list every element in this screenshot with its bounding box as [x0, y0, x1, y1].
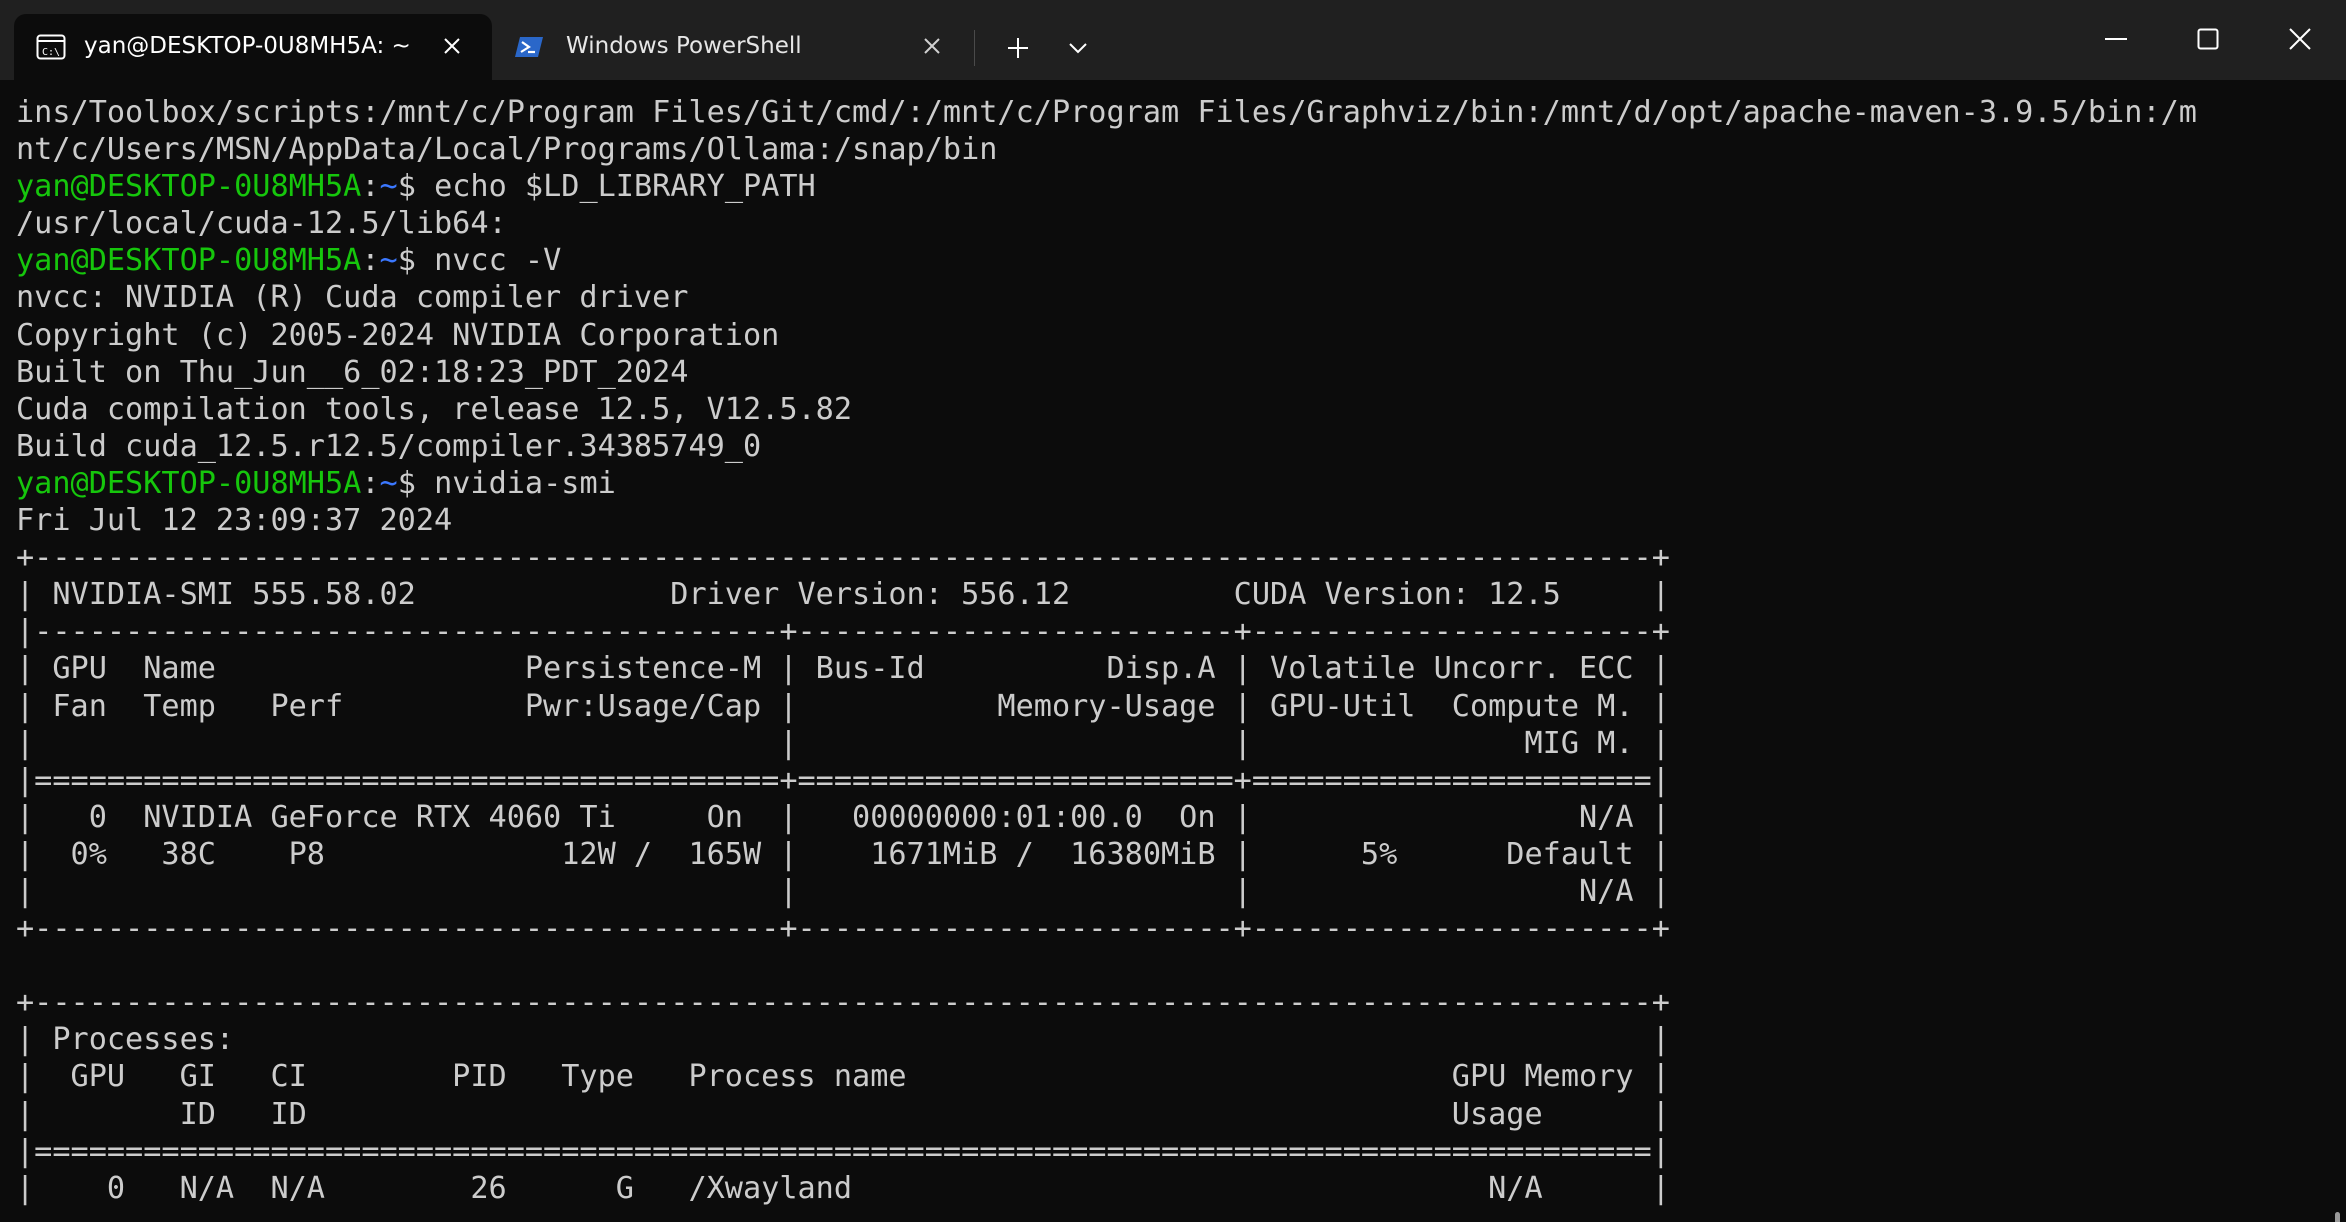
output-line: | GPU GI CI PID Type Process name GPU Me… — [16, 1059, 1670, 1095]
output-line: /usr/local/cuda-12.5/lib64: — [16, 206, 507, 242]
output-line: | | | MIG M. | — [16, 725, 1670, 761]
output-line: Fri Jul 12 23:09:37 2024 — [16, 503, 453, 539]
terminal-icon: C:\ — [36, 34, 66, 60]
output-line: +---------------------------------------… — [16, 985, 1670, 1021]
tab-dropdown-button[interactable] — [1056, 26, 1100, 70]
svg-text:C:\: C:\ — [42, 47, 60, 58]
tab-label: Windows PowerShell — [566, 33, 802, 59]
prompt-separator: : — [361, 169, 380, 205]
maximize-button[interactable] — [2162, 0, 2254, 78]
output-line: +---------------------------------------… — [16, 911, 1670, 947]
chevron-down-icon — [1069, 43, 1087, 54]
output-line: | Fan Temp Perf Pwr:Usage/Cap | Memory-U… — [16, 688, 1670, 724]
close-icon — [924, 38, 940, 54]
prompt-user-host: yan@DESKTOP-0U8MH5A — [16, 465, 362, 501]
output-line: Cuda compilation tools, release 12.5, V1… — [16, 391, 853, 427]
prompt-user-host: yan@DESKTOP-0U8MH5A — [16, 169, 362, 205]
output-line: | ID ID Usage | — [16, 1096, 1670, 1132]
output-line: | Processes: | — [16, 1022, 1670, 1058]
tab-powershell[interactable]: Windows PowerShell — [500, 14, 960, 80]
output-line: Built on Thu_Jun__6_02:18:23_PDT_2024 — [16, 354, 689, 390]
output-line: |---------------------------------------… — [16, 614, 1670, 650]
output-line: Build cuda_12.5.r12.5/compiler.34385749_… — [16, 428, 762, 464]
tab-terminal-ubuntu[interactable]: C:\ yan@DESKTOP-0U8MH5A: ~ — [14, 14, 492, 80]
prompt-user-host: yan@DESKTOP-0U8MH5A — [16, 243, 362, 279]
minimize-button[interactable] — [2070, 0, 2162, 78]
prompt-path: ~ — [379, 169, 398, 205]
prompt-separator: : — [361, 243, 380, 279]
output-line: | 0 N/A N/A 26 G /Xwayland N/A | — [16, 1170, 1670, 1206]
prompt-separator: : — [361, 465, 380, 501]
plus-icon — [1008, 38, 1028, 58]
output-line: |=======================================… — [16, 1133, 1670, 1169]
prompt-line: yan@DESKTOP-0U8MH5A:~$ nvcc -V — [16, 242, 2197, 279]
prompt-path: ~ — [379, 243, 398, 279]
prompt-path: ~ — [379, 465, 398, 501]
output-line: +---------------------------------------… — [16, 540, 1670, 576]
tab-label: yan@DESKTOP-0U8MH5A: ~ — [84, 33, 411, 59]
prompt-line: yan@DESKTOP-0U8MH5A:~$ nvidia-smi — [16, 465, 2197, 502]
prompt-symbol: $ — [397, 465, 435, 501]
prompt-symbol: $ — [397, 169, 435, 205]
output-line: | 0 NVIDIA GeForce RTX 4060 Ti On | 0000… — [16, 799, 1670, 835]
tab-close-button[interactable] — [914, 28, 950, 64]
scrollbar-thumb[interactable] — [2335, 1212, 2340, 1222]
prompt-symbol: $ — [397, 243, 435, 279]
close-icon — [444, 38, 460, 54]
output-line: Copyright (c) 2005-2024 NVIDIA Corporati… — [16, 317, 780, 353]
title-bar: C:\ yan@DESKTOP-0U8MH5A: ~ Windows Power… — [0, 0, 2346, 80]
close-window-button[interactable] — [2254, 0, 2346, 78]
command-text: nvidia-smi — [434, 465, 616, 501]
output-line: ins/Toolbox/scripts:/mnt/c/Program Files… — [16, 95, 2197, 130]
terminal-output[interactable]: ins/Toolbox/scripts:/mnt/c/Program Files… — [16, 94, 2197, 1207]
output-line: nt/c/Users/MSN/AppData/Local/Programs/Ol… — [16, 132, 998, 168]
tab-close-button[interactable] — [434, 28, 470, 64]
powershell-icon — [514, 34, 544, 60]
output-line: | GPU Name Persistence-M | Bus-Id Disp.A… — [16, 651, 1670, 687]
close-icon — [2289, 28, 2311, 50]
output-line: | 0% 38C P8 12W / 165W | 1671MiB / 16380… — [16, 836, 1670, 872]
tab-separator — [974, 30, 975, 66]
prompt-line: yan@DESKTOP-0U8MH5A:~$ echo $LD_LIBRARY_… — [16, 168, 2197, 205]
command-text: nvcc -V — [434, 243, 562, 279]
output-line: | NVIDIA-SMI 555.58.02 Driver Version: 5… — [16, 577, 1670, 613]
new-tab-button[interactable] — [996, 26, 1040, 70]
output-line: | | | N/A | — [16, 873, 1670, 909]
terminal-area[interactable]: ins/Toolbox/scripts:/mnt/c/Program Files… — [0, 80, 2346, 1222]
output-line: |=======================================… — [16, 762, 1670, 798]
maximize-icon — [2197, 28, 2219, 50]
minimize-icon — [2105, 38, 2127, 40]
output-line: nvcc: NVIDIA (R) Cuda compiler driver — [16, 280, 689, 316]
command-text: echo $LD_LIBRARY_PATH — [434, 169, 816, 205]
